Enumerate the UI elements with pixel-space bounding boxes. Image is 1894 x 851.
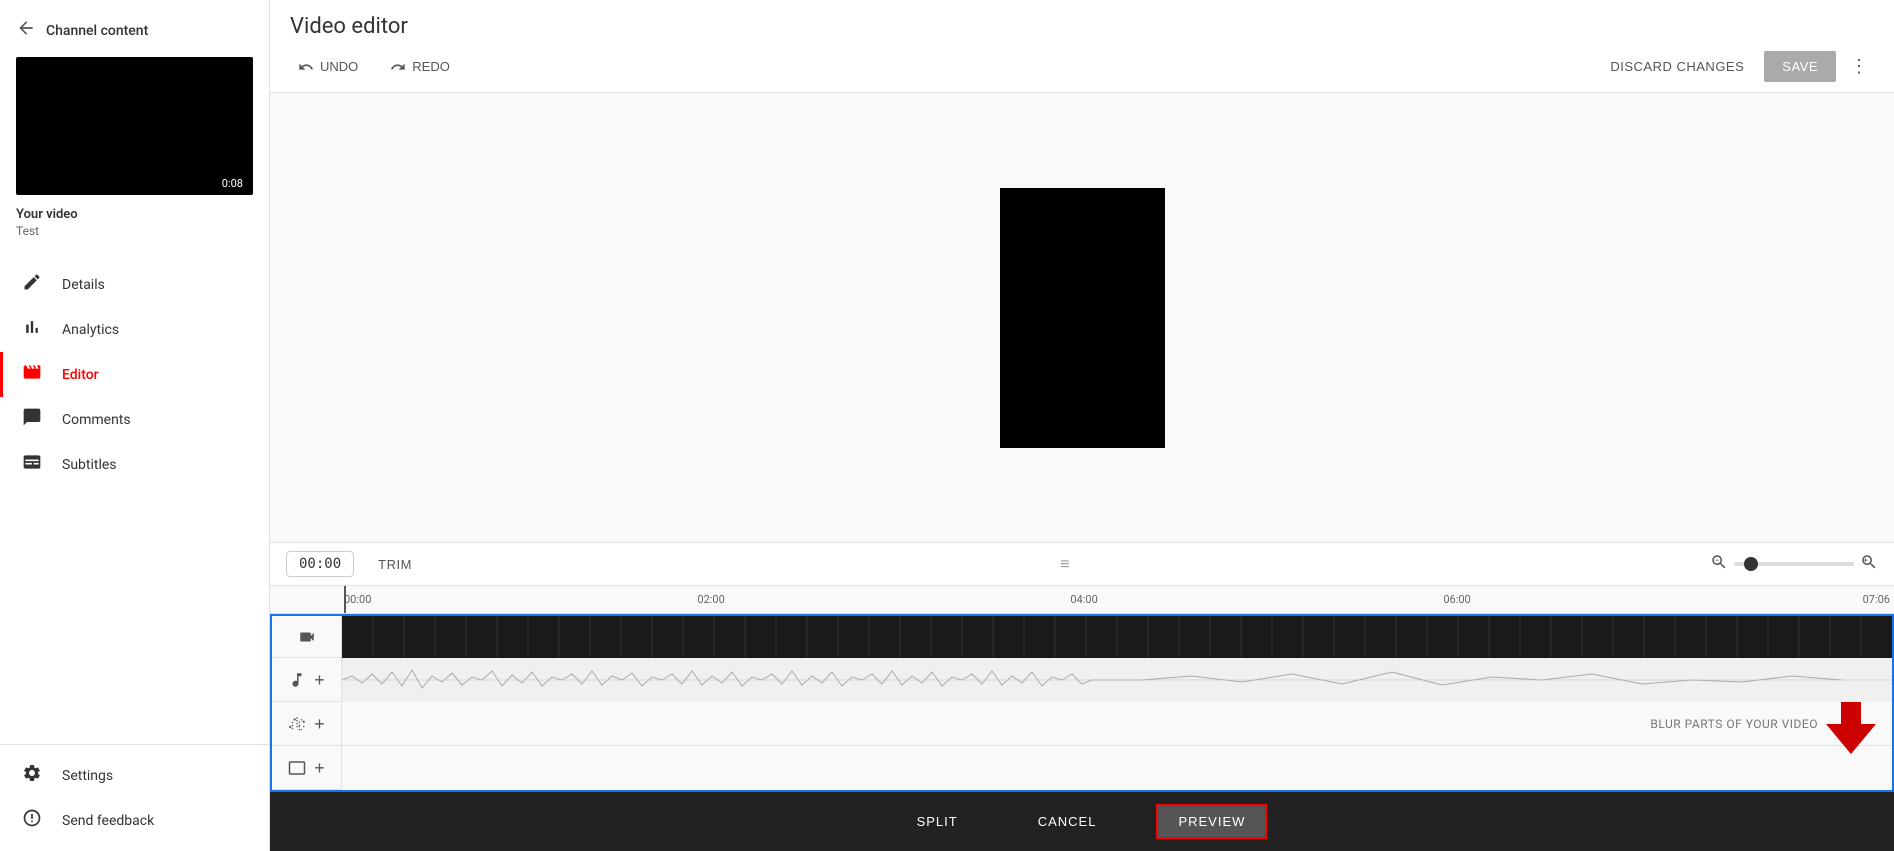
audio-track-icon-row: + bbox=[272, 658, 341, 702]
blur-track: BLUR PARTS OF YOUR VIDEO bbox=[342, 702, 1892, 746]
blur-icon bbox=[288, 715, 306, 733]
topbar: Video editor UNDO REDO DISCARD CHANGES S… bbox=[270, 0, 1894, 93]
timeline-tracks: + + + bbox=[270, 614, 1894, 792]
camera-icon bbox=[298, 628, 316, 646]
sidebar-item-comments-label: Comments bbox=[62, 412, 131, 428]
sidebar-bottom: Settings Send feedback bbox=[0, 744, 269, 851]
sidebar-item-subtitles-label: Subtitles bbox=[62, 457, 117, 473]
music-icon bbox=[288, 671, 306, 689]
sidebar: Channel content 0:08 Your video Test Det… bbox=[0, 0, 270, 851]
discard-button[interactable]: DISCARD CHANGES bbox=[1598, 53, 1756, 80]
sidebar-item-send-feedback-label: Send feedback bbox=[62, 813, 154, 829]
film-icon bbox=[20, 362, 44, 387]
timeline-ruler: 00:00 02:00 04:00 06:00 07:06 bbox=[270, 586, 1894, 614]
drag-handle-icon: ≡ bbox=[1060, 554, 1069, 574]
zoom-controls bbox=[1710, 553, 1878, 575]
blur-track-icon-row: + bbox=[272, 702, 341, 746]
sidebar-item-send-feedback[interactable]: Send feedback bbox=[0, 798, 269, 843]
video-track-icon-row bbox=[272, 616, 341, 658]
sidebar-item-details-label: Details bbox=[62, 277, 105, 293]
ruler-mark-3: 06:00 bbox=[1443, 593, 1470, 606]
sidebar-item-details[interactable]: Details bbox=[0, 262, 269, 307]
time-display: 00:00 bbox=[286, 551, 354, 577]
sidebar-item-settings-label: Settings bbox=[62, 768, 113, 784]
pencil-icon bbox=[20, 272, 44, 297]
end-card-track-icon-row: + bbox=[272, 746, 341, 790]
preview-button[interactable]: PREVIEW bbox=[1156, 804, 1267, 839]
video-track bbox=[342, 616, 1892, 658]
video-preview bbox=[1000, 188, 1165, 448]
bar-chart-icon bbox=[20, 317, 44, 342]
undo-label: UNDO bbox=[320, 59, 358, 74]
subtitles-icon bbox=[20, 452, 44, 477]
zoom-out-icon[interactable] bbox=[1710, 553, 1728, 575]
ruler-mark-1: 02:00 bbox=[697, 593, 724, 606]
sidebar-item-analytics-label: Analytics bbox=[62, 322, 119, 338]
ruler-mark-0: 00:00 bbox=[344, 593, 371, 606]
playhead bbox=[344, 586, 346, 613]
cancel-button[interactable]: CANCEL bbox=[1018, 806, 1117, 837]
timeline-center: ≡ bbox=[436, 554, 1694, 574]
sidebar-item-analytics[interactable]: Analytics bbox=[0, 307, 269, 352]
add-blur-button[interactable]: + bbox=[314, 715, 325, 733]
sidebar-nav: Details Analytics Editor Comments Subtit… bbox=[0, 254, 269, 744]
track-icons: + + + bbox=[272, 616, 342, 790]
gear-icon bbox=[20, 763, 44, 788]
tracks-content: BLUR PARTS OF YOUR VIDEO bbox=[342, 616, 1892, 790]
redo-button[interactable]: REDO bbox=[382, 53, 458, 81]
end-card-icon bbox=[288, 759, 306, 777]
video-thumbnail: 0:08 bbox=[16, 57, 253, 195]
zoom-knob bbox=[1744, 557, 1758, 571]
sidebar-item-subtitles[interactable]: Subtitles bbox=[0, 442, 269, 487]
video-name: Test bbox=[16, 224, 253, 238]
video-frames bbox=[342, 616, 1892, 658]
zoom-slider[interactable] bbox=[1734, 562, 1854, 566]
add-end-card-button[interactable]: + bbox=[314, 759, 325, 777]
redo-label: REDO bbox=[412, 59, 450, 74]
split-button[interactable]: SPLIT bbox=[897, 806, 978, 837]
sidebar-header: Channel content bbox=[0, 0, 269, 57]
sidebar-item-comments[interactable]: Comments bbox=[0, 397, 269, 442]
add-audio-button[interactable]: + bbox=[314, 671, 325, 689]
save-button[interactable]: SAVE bbox=[1764, 51, 1836, 82]
more-options-button[interactable]: ⋮ bbox=[1844, 52, 1874, 81]
video-duration: 0:08 bbox=[218, 176, 247, 191]
video-info: Your video Test bbox=[0, 207, 269, 254]
undo-button[interactable]: UNDO bbox=[290, 53, 366, 81]
main-content: Video editor UNDO REDO DISCARD CHANGES S… bbox=[270, 0, 1894, 851]
bottom-action-bar: SPLIT CANCEL PREVIEW bbox=[270, 792, 1894, 851]
trim-button[interactable]: TRIM bbox=[370, 553, 420, 576]
video-preview-area bbox=[270, 93, 1894, 542]
ruler-mark-4: 07:06 bbox=[1863, 593, 1890, 606]
sidebar-item-editor-label: Editor bbox=[62, 367, 99, 383]
red-arrow-icon bbox=[1826, 694, 1876, 754]
zoom-in-icon[interactable] bbox=[1860, 553, 1878, 575]
timeline-controls: 00:00 TRIM ≡ bbox=[270, 542, 1894, 586]
undo-redo-group: UNDO REDO bbox=[290, 53, 458, 81]
blur-track-label: BLUR PARTS OF YOUR VIDEO bbox=[1650, 717, 1818, 731]
sidebar-item-editor[interactable]: Editor bbox=[0, 352, 269, 397]
video-label: Your video bbox=[16, 207, 253, 222]
back-button[interactable] bbox=[16, 18, 36, 43]
sidebar-title: Channel content bbox=[46, 23, 148, 39]
waveform bbox=[342, 658, 1892, 702]
end-card-track bbox=[342, 746, 1892, 790]
page-title: Video editor bbox=[290, 14, 1874, 39]
audio-track bbox=[342, 658, 1892, 702]
ruler-mark-2: 04:00 bbox=[1070, 593, 1097, 606]
exclamation-icon bbox=[20, 808, 44, 833]
sidebar-item-settings[interactable]: Settings bbox=[0, 753, 269, 798]
comment-icon bbox=[20, 407, 44, 432]
